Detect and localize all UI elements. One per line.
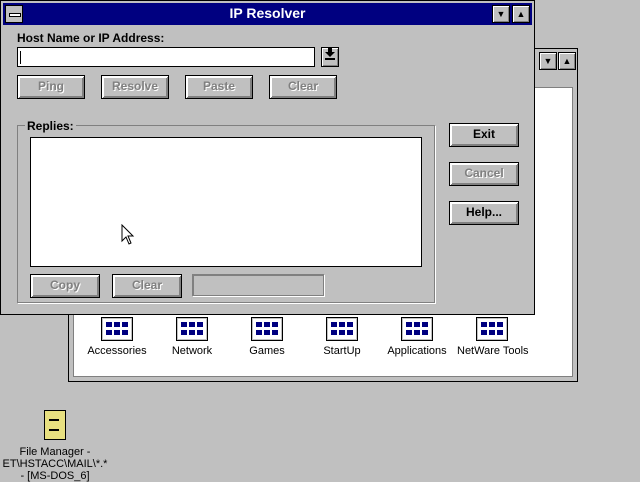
host-input[interactable] bbox=[17, 47, 315, 67]
group-label: Applications bbox=[387, 345, 447, 357]
triangle-down-icon[interactable]: ▼ bbox=[492, 5, 510, 23]
group-label: Network bbox=[171, 345, 213, 357]
file-manager-label-line: ET\HSTACC\MAIL\*.* bbox=[2, 458, 108, 470]
host-label: Host Name or IP Address: bbox=[17, 31, 165, 45]
clear-replies-button[interactable]: Clear bbox=[112, 274, 182, 298]
help-button[interactable]: Help... bbox=[449, 201, 519, 225]
group-applications[interactable]: Applications bbox=[382, 317, 452, 357]
ping-button[interactable]: Ping bbox=[17, 75, 85, 99]
bg-maximize-button[interactable]: ▲ bbox=[558, 52, 576, 70]
group-network[interactable]: Network bbox=[157, 317, 227, 357]
paste-button[interactable]: Paste bbox=[185, 75, 253, 99]
resolve-button[interactable]: Resolve bbox=[101, 75, 169, 99]
group-label: Accessories bbox=[87, 345, 147, 357]
replies-textarea[interactable] bbox=[30, 137, 422, 267]
group-label: NetWare Tools bbox=[457, 345, 529, 357]
program-groups: Accessories Network Games StartUp Applic… bbox=[77, 317, 547, 367]
file-manager-label-line: - [MS-DOS_6] bbox=[20, 470, 90, 482]
group-label: StartUp bbox=[323, 345, 361, 357]
group-games[interactable]: Games bbox=[232, 317, 302, 357]
ip-resolver-window: IP Resolver ▼ ▲ Host Name or IP Address:… bbox=[0, 0, 535, 315]
mouse-pointer-icon bbox=[121, 224, 135, 245]
file-manager-label-line: File Manager - bbox=[19, 446, 91, 458]
combo-arrow-glyph bbox=[325, 48, 335, 60]
program-group-icon bbox=[101, 317, 133, 341]
group-label: Games bbox=[249, 345, 285, 357]
program-group-icon bbox=[326, 317, 358, 341]
file-manager-desktop-icon[interactable]: File Manager - ET\HSTACC\MAIL\*.* - [MS-… bbox=[0, 410, 110, 482]
file-cabinet-icon bbox=[44, 410, 66, 440]
copy-button[interactable]: Copy bbox=[30, 274, 100, 298]
bg-minimize-button[interactable]: ▼ bbox=[539, 52, 557, 70]
program-group-icon bbox=[401, 317, 433, 341]
status-field bbox=[192, 274, 324, 296]
clear-host-button[interactable]: Clear bbox=[269, 75, 337, 99]
group-startup[interactable]: StartUp bbox=[307, 317, 377, 357]
text-caret bbox=[20, 51, 21, 64]
exit-button[interactable]: Exit bbox=[449, 123, 519, 147]
triangle-up-icon[interactable]: ▲ bbox=[512, 5, 530, 23]
program-group-icon bbox=[176, 317, 208, 341]
group-netware-tools[interactable]: NetWare Tools bbox=[457, 317, 529, 357]
cancel-button[interactable]: Cancel bbox=[449, 162, 519, 186]
file-manager-label: File Manager - ET\HSTACC\MAIL\*.* - [MS-… bbox=[0, 446, 110, 482]
arrow-down-bar-icon[interactable] bbox=[321, 47, 339, 67]
group-accessories[interactable]: Accessories bbox=[82, 317, 152, 357]
replies-label: Replies: bbox=[25, 119, 76, 133]
program-group-icon bbox=[251, 317, 283, 341]
title-bar[interactable]: IP Resolver ▼ ▲ bbox=[3, 3, 532, 25]
program-group-icon bbox=[476, 317, 508, 341]
window-title: IP Resolver bbox=[229, 5, 306, 21]
